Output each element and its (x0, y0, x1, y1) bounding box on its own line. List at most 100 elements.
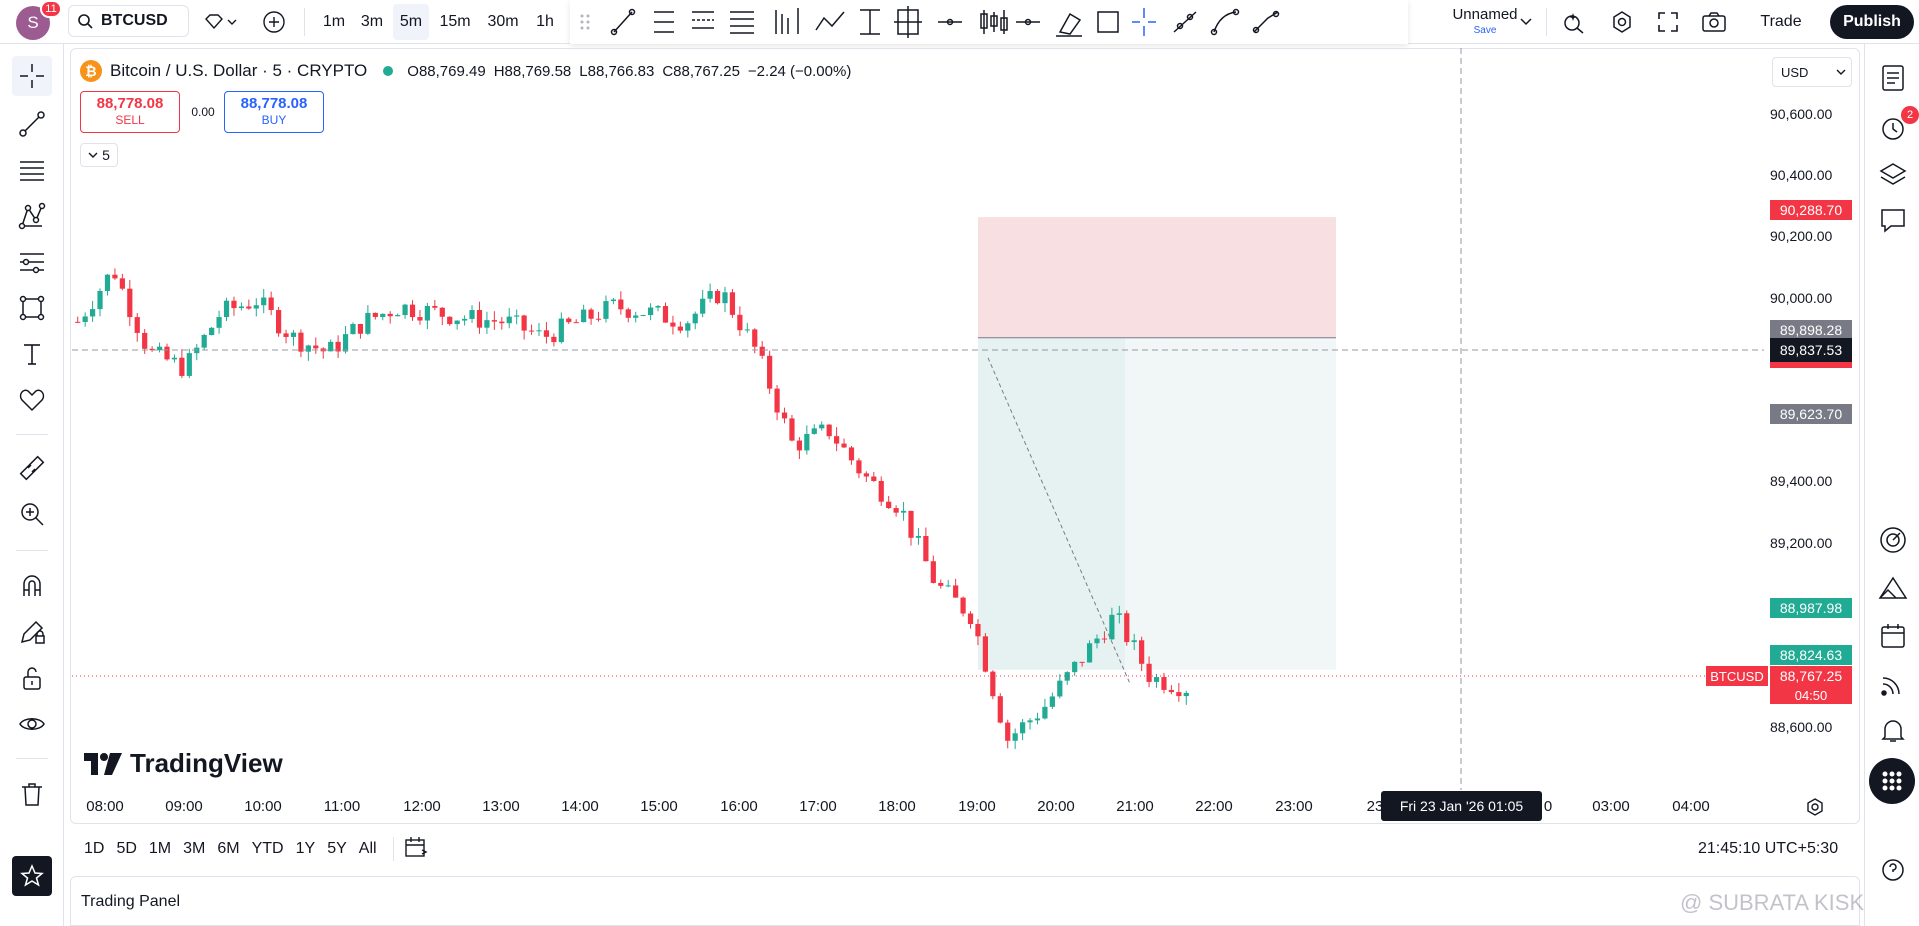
candle-body (953, 585, 959, 598)
candle-body (1161, 677, 1167, 690)
bar-countdown: 04:50 (1770, 686, 1852, 704)
candle-body (357, 324, 364, 334)
timezone-clock[interactable]: 21:45:10 UTC+5:30 (1698, 840, 1838, 858)
candle-body (424, 306, 431, 321)
trading-panel[interactable]: Trading Panel (70, 876, 1860, 926)
price-tick: 90,600.00 (1770, 106, 1833, 122)
alerts-button[interactable]: 2 (1873, 106, 1919, 148)
tradingview-app: S 11 BTCUSD 1m 3m 5m 15m 30m 1h Unnamed … (0, 0, 1919, 926)
candle-body (402, 304, 408, 316)
indicators-collapse-button[interactable]: 5 (80, 143, 118, 167)
range-3m[interactable]: 3M (177, 840, 211, 858)
legend-title[interactable]: Bitcoin / U.S. Dollar · 5 · CRYPTO (110, 61, 367, 81)
candle-body (432, 306, 438, 308)
candle-body (819, 424, 825, 429)
candle-body (1109, 614, 1115, 640)
target-zone-filled (978, 337, 1125, 670)
range-1d[interactable]: 1D (78, 840, 110, 858)
range-all[interactable]: All (353, 840, 383, 858)
candle-body (655, 306, 661, 308)
candle-body (209, 327, 215, 336)
price-tick: 90,200.00 (1770, 228, 1833, 244)
candle-body (246, 306, 252, 309)
sell-price: 88,778.08 (96, 95, 164, 112)
range-5d[interactable]: 5D (110, 840, 142, 858)
candle-body (112, 274, 118, 279)
candle-body (387, 313, 393, 317)
ideas-button[interactable] (1873, 568, 1913, 608)
time-tick: 17:00 (799, 798, 837, 815)
date-range-bar: 1D 5D 1M 3M 6M YTD 1Y 5Y All (70, 830, 1860, 868)
candle-body (506, 316, 512, 324)
range-1y[interactable]: 1Y (290, 840, 322, 858)
candle-body (1094, 638, 1100, 644)
ohlc-values: O88,769.49 H88,769.58 L88,766.83 C88,767… (407, 63, 851, 80)
technicals-button[interactable] (1873, 520, 1913, 560)
candle-body (514, 315, 520, 317)
calendar-button[interactable] (1873, 616, 1913, 656)
candle-body (164, 346, 170, 360)
candle-body (171, 357, 178, 360)
candle-body (662, 306, 669, 323)
candle-body (581, 309, 587, 323)
candle-body (796, 440, 803, 451)
range-6m[interactable]: 6M (211, 840, 245, 858)
candle-body (856, 460, 862, 474)
candle-body (313, 345, 319, 349)
candle-body (395, 315, 401, 317)
time-axis-settings-button[interactable] (1805, 797, 1825, 822)
currency-select[interactable]: USD (1772, 57, 1852, 87)
target-badge-2: 88,824.63 (1770, 645, 1852, 665)
favorites-button[interactable] (12, 856, 52, 896)
candle-body (551, 336, 557, 343)
candle-body (588, 309, 594, 319)
time-tick: 0 (1543, 798, 1553, 815)
market-status-dot[interactable] (383, 66, 394, 76)
range-ytd[interactable]: YTD (246, 840, 290, 858)
sell-label: SELL (115, 113, 145, 127)
products-menu-button[interactable] (1869, 758, 1915, 804)
candle-body (685, 323, 691, 331)
time-tick: 11:00 (323, 798, 361, 815)
bell-icon (1881, 720, 1905, 742)
candle-body (491, 320, 497, 322)
watchlist-button[interactable] (1873, 58, 1913, 98)
candle-body (476, 310, 483, 328)
candle-body (1034, 718, 1041, 721)
go-to-date-button[interactable] (404, 836, 428, 863)
time-tick: 13:00 (482, 798, 520, 815)
trading-panel-title: Trading Panel (81, 893, 181, 910)
news-stream-button[interactable] (1873, 664, 1913, 704)
buy-button[interactable]: 88,778.08 BUY (224, 91, 324, 133)
candle-body (975, 624, 981, 637)
bitcoin-logo-icon: ₿ (80, 60, 102, 82)
star-icon (20, 864, 44, 887)
chats-button[interactable] (1873, 200, 1913, 240)
candle-body (960, 597, 966, 614)
buy-price: 88,778.08 (240, 95, 308, 112)
range-5y[interactable]: 5Y (321, 840, 353, 858)
time-tick: 19:00 (958, 798, 996, 815)
symbol-price-tag: BTCUSD (1706, 666, 1768, 686)
notifications-button[interactable] (1873, 710, 1913, 750)
candle-body (380, 313, 386, 317)
candle-body (603, 301, 609, 319)
candle-body (238, 306, 245, 309)
time-tick: 09:00 (165, 798, 203, 815)
watermark-brand: TradingView (130, 748, 283, 778)
candle-body (454, 320, 460, 325)
candle-body (119, 278, 125, 289)
object-tree-button[interactable] (1873, 154, 1913, 194)
candle-body (439, 307, 445, 317)
candle-body (298, 332, 304, 352)
help-button[interactable] (1873, 850, 1913, 890)
sell-button[interactable]: 88,778.08 SELL (80, 91, 180, 133)
credit-watermark: @ SUBRATA KISKU (1680, 890, 1881, 915)
candle-body (305, 345, 311, 352)
range-1m[interactable]: 1M (143, 840, 177, 858)
candle-body (201, 335, 207, 348)
candle-body (1079, 661, 1085, 663)
stop-loss-badge: 90,288.70 (1770, 200, 1852, 220)
candle-body (647, 307, 654, 316)
indicator-count: 5 (102, 147, 110, 163)
